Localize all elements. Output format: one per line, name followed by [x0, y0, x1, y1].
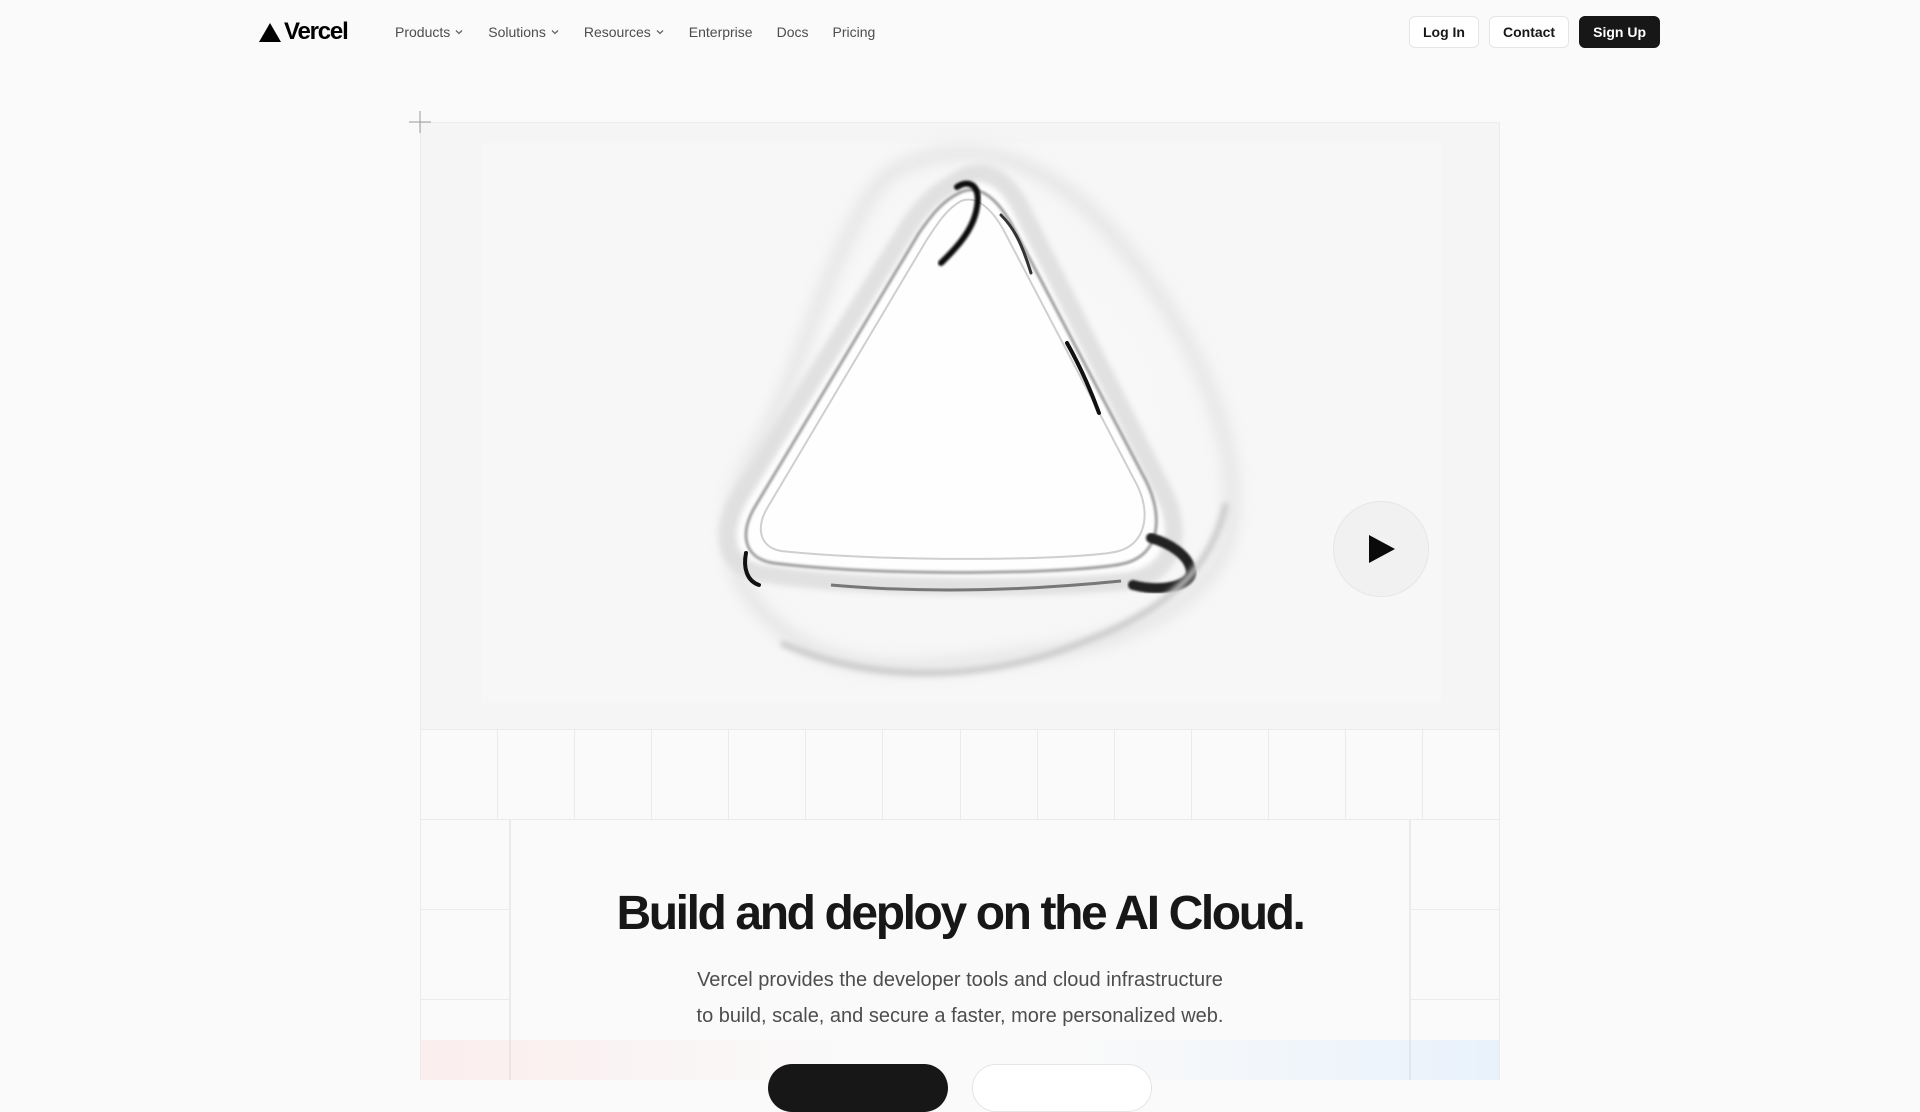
hero-subtitle-line: Vercel provides the developer tools and …: [697, 969, 1223, 991]
play-icon: [1369, 535, 1395, 563]
grid-cell: [1422, 730, 1499, 819]
grid-cell: [1267, 730, 1345, 819]
grid-cell: [728, 730, 805, 819]
hero-subtitle-line: to build, scale, and secure a faster, mo…: [696, 1005, 1224, 1027]
signup-button[interactable]: Sign Up: [1579, 16, 1660, 48]
grid-cell: [651, 730, 728, 819]
hero-title: Build and deploy on the AI Cloud.: [616, 887, 1306, 940]
nav-item-label: Pricing: [832, 24, 876, 40]
gradient-glow: [421, 1040, 1499, 1080]
nav-item-label: Docs: [776, 24, 809, 40]
nav-item-pricing[interactable]: Pricing: [820, 16, 887, 48]
grid-cell: [805, 730, 882, 819]
grid-cell: [1113, 730, 1191, 819]
chevron-down-icon: [656, 30, 664, 35]
grid-cell: [1344, 730, 1422, 819]
vercel-logo[interactable]: Vercel: [259, 18, 349, 46]
main-menu: Products Solutions Resources Enterprise …: [395, 0, 887, 64]
nav-item-label: Enterprise: [688, 24, 753, 40]
hero-video[interactable]: [421, 123, 1499, 730]
top-navigation: Vercel Products Solutions Resources Ente…: [0, 0, 1920, 64]
auth-buttons: Log In Contact Sign Up: [1408, 16, 1660, 48]
nav-item-solutions[interactable]: Solutions: [476, 16, 572, 48]
grid-cell: [497, 730, 574, 819]
nav-item-products[interactable]: Products: [395, 16, 476, 48]
grid-cell: [882, 730, 959, 819]
grid-cell: [574, 730, 651, 819]
login-button[interactable]: Log In: [1408, 16, 1479, 48]
nav-item-label: Resources: [583, 24, 651, 40]
nav-item-label: Solutions: [488, 24, 546, 40]
triangle-logo-icon: [259, 22, 281, 42]
nav-item-docs[interactable]: Docs: [765, 16, 821, 48]
primary-cta-button[interactable]: [768, 1064, 948, 1112]
decorative-grid-row: [421, 729, 1499, 820]
chevron-down-icon: [551, 30, 559, 35]
nav-item-resources[interactable]: Resources: [572, 16, 677, 48]
play-button[interactable]: [1333, 501, 1429, 597]
secondary-cta-button[interactable]: [972, 1064, 1152, 1112]
grid-cell: [1036, 730, 1114, 819]
nav-item-enterprise[interactable]: Enterprise: [677, 16, 765, 48]
grid-cell: [1190, 730, 1268, 819]
contact-button[interactable]: Contact: [1488, 16, 1570, 48]
glass-triangle-graphic: [481, 143, 1441, 703]
grid-cell: [421, 730, 497, 819]
nav-item-label: Products: [395, 24, 451, 40]
brand-name: Vercel: [284, 18, 349, 45]
grid-cell: [959, 730, 1037, 819]
hero-subtitle: Vercel provides the developer tools and …: [0, 962, 1920, 1034]
chevron-down-icon: [455, 30, 463, 35]
